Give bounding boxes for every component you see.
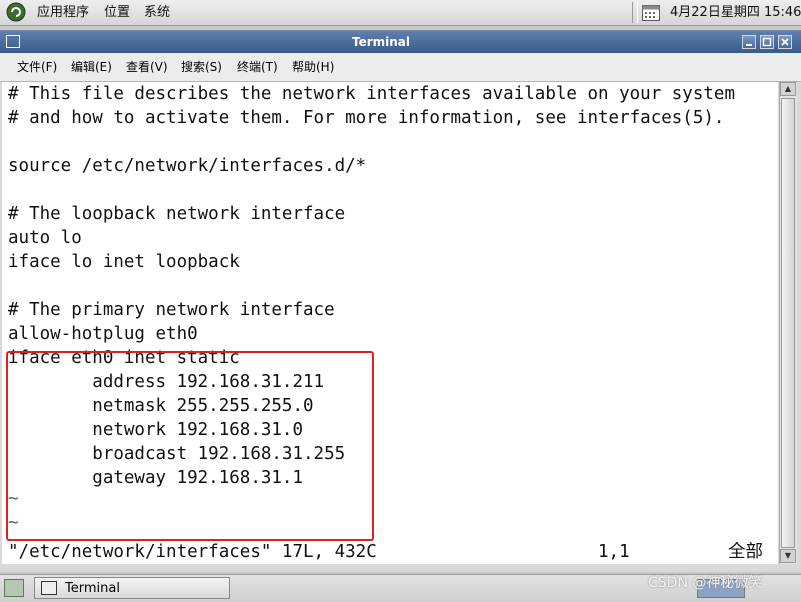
maximize-icon [762, 37, 772, 47]
terminal-task-icon [41, 581, 57, 595]
terminal-line: # The primary network interface [8, 300, 335, 320]
terminal-line: iface lo inet loopback [8, 252, 240, 272]
show-desktop-icon[interactable] [4, 579, 24, 597]
taskbar-terminal-button[interactable]: Terminal [34, 577, 230, 599]
system-menu[interactable]: 系统 [144, 4, 170, 21]
terminal-line: # and how to activate them. For more inf… [8, 108, 725, 128]
terminal-line: source /etc/network/interfaces.d/* [8, 156, 367, 176]
menu-terminal[interactable]: 终端(T) [237, 60, 278, 75]
close-icon [781, 38, 789, 46]
scroll-up-arrow-icon[interactable]: ▲ [780, 82, 796, 96]
menu-view[interactable]: 查看(V) [126, 60, 168, 75]
minimize-icon [746, 44, 752, 46]
terminal-scrollbar[interactable]: ▲ ▼ [779, 82, 797, 564]
clock[interactable]: 4月22日星期四 15:46 [670, 4, 801, 21]
menu-file[interactable]: 文件(F) [17, 60, 57, 75]
applications-menu[interactable]: 应用程序 [37, 4, 89, 21]
terminal-window: Terminal 文件(F) 编辑(E) 查看(V) 搜索(S) 终端(T) 帮… [0, 30, 801, 572]
terminal-line: # The loopback network interface [8, 204, 346, 224]
menu-search[interactable]: 搜索(S) [181, 60, 222, 75]
menu-edit[interactable]: 编辑(E) [71, 60, 112, 75]
close-button[interactable] [778, 35, 792, 49]
vim-status-cursor-position: 1,1 [598, 542, 630, 562]
top-panel: 应用程序 位置 系统 4月22日星期四 15:46 [0, 0, 801, 26]
terminal-line: # This file describes the network interf… [8, 84, 735, 104]
calendar-icon[interactable] [642, 4, 660, 21]
terminal-line: allow-hotplug eth0 [8, 324, 198, 344]
distro-logo-icon[interactable] [6, 2, 26, 22]
panel-separator [632, 2, 638, 23]
highlight-annotation-box [6, 351, 374, 541]
window-titlebar[interactable]: Terminal [0, 31, 801, 53]
terminal-text-area[interactable]: # This file describes the network interf… [2, 82, 778, 564]
maximize-button[interactable] [760, 35, 774, 49]
window-title: Terminal [351, 35, 411, 49]
watermark: CSDN @神秘微笑 [648, 575, 763, 591]
vim-status-scroll-percent: 全部 [728, 542, 763, 562]
menubar: 文件(F) 编辑(E) 查看(V) 搜索(S) 终端(T) 帮助(H) [0, 53, 801, 82]
scroll-down-arrow-icon[interactable]: ▼ [780, 549, 796, 563]
menu-help[interactable]: 帮助(H) [292, 60, 334, 75]
places-menu[interactable]: 位置 [104, 4, 130, 21]
vim-status-file: "/etc/network/interfaces" 17L, 432C [8, 542, 377, 562]
minimize-button[interactable] [742, 35, 756, 49]
scrollbar-thumb[interactable] [781, 98, 795, 548]
taskbar-terminal-label: Terminal [65, 581, 120, 596]
terminal-line: auto lo [8, 228, 82, 248]
